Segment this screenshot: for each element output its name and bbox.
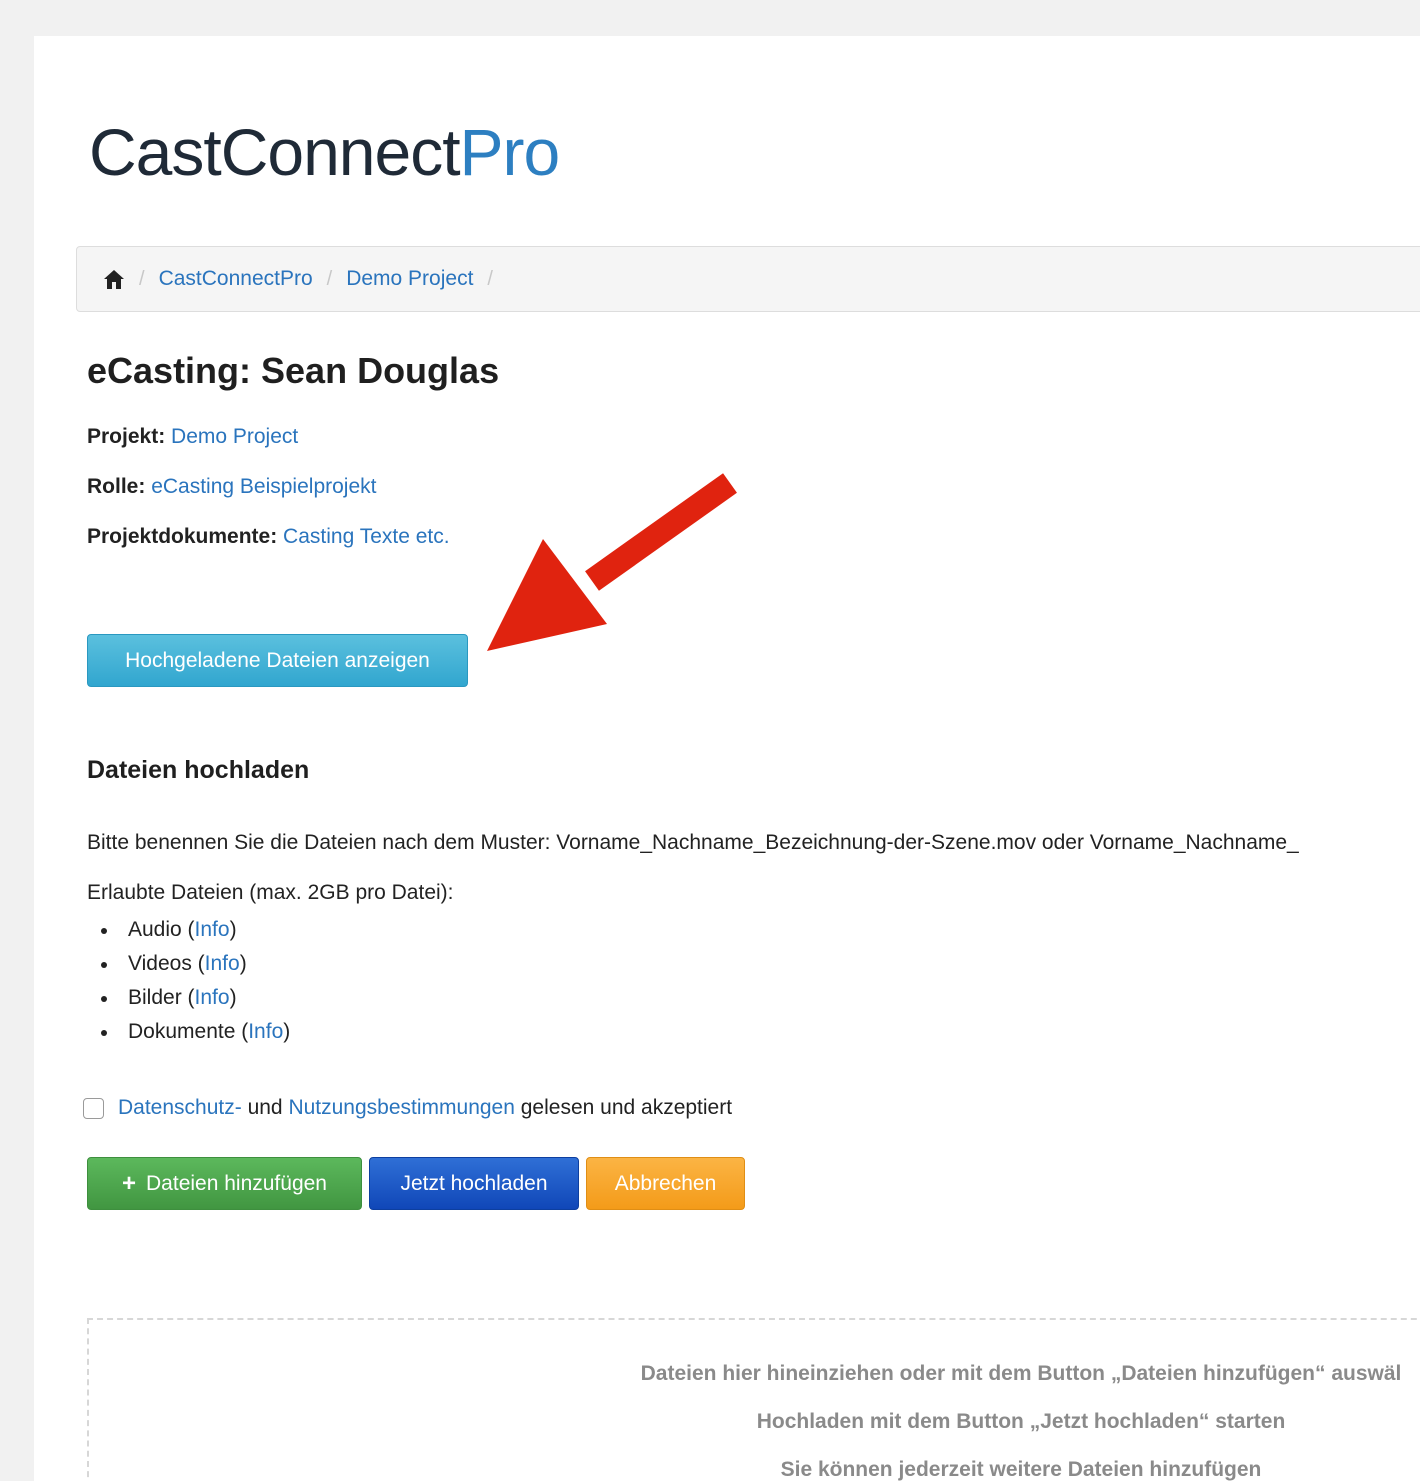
consent-row: Datenschutz- und Nutzungsbestimmungen ge… [83,1096,732,1120]
allowed-files-label: Erlaubte Dateien (max. 2GB pro Datei): [87,881,454,904]
breadcrumb-separator: / [487,267,493,290]
list-item: Bilder (Info) [87,981,290,1015]
dropzone[interactable]: Dateien hier hineinziehen oder mit dem B… [87,1318,1420,1481]
plus-icon: + [122,1169,137,1197]
page-title: eCasting: Sean Douglas [87,350,500,391]
upload-now-button[interactable]: Jetzt hochladen [369,1157,579,1210]
consent-and: und [241,1096,289,1119]
meta-dokumente-label: Projektdokumente: [87,525,278,548]
list-item: Dokumente (Info) [87,1015,290,1049]
videos-info-link[interactable]: Info [205,952,240,975]
naming-hint: Bitte benennen Sie die Dateien nach dem … [87,831,1299,854]
dropzone-instruction-2: Hochladen mit dem Button „Jetzt hochlade… [756,1410,1286,1433]
terms-link[interactable]: Nutzungsbestimmungen [288,1096,514,1120]
add-files-label: Dateien hinzufügen [146,1171,327,1195]
breadcrumb: / CastConnectPro / Demo Project / [76,246,1420,312]
meta-dokumente: Projektdokumente: Casting Texte etc. [87,525,450,549]
upload-heading: Dateien hochladen [87,756,310,784]
meta-rolle-label: Rolle: [87,475,146,498]
breadcrumb-item-castconnectpro[interactable]: CastConnectPro [159,267,313,291]
breadcrumb-separator: / [326,267,333,290]
add-files-button[interactable]: + Dateien hinzufügen [87,1157,362,1210]
consent-text: gelesen und akzeptiert [514,1096,733,1119]
list-item: Videos (Info) [87,947,290,981]
breadcrumb-item-demo-project[interactable]: Demo Project [346,267,473,291]
bilder-info-link[interactable]: Info [195,986,230,1009]
red-arrow-icon [487,473,737,651]
meta-rolle: Rolle: eCasting Beispielprojekt [87,475,376,499]
audio-info-link[interactable]: Info [195,918,230,941]
meta-projekt: Projekt: Demo Project [87,425,298,449]
list-item: Audio (Info) [87,913,290,947]
home-icon[interactable] [103,268,125,290]
meta-projekt-link[interactable]: Demo Project [171,425,298,448]
meta-projekt-label: Projekt: [87,425,166,448]
logo[interactable]: CastConnectPro [89,114,561,190]
breadcrumb-separator: / [139,267,145,290]
dokumente-info-link[interactable]: Info [248,1020,283,1043]
cancel-button[interactable]: Abbrechen [586,1157,745,1210]
meta-dokumente-link[interactable]: Casting Texte etc. [283,525,450,548]
page-content: CastConnectPro / CastConnectPro / Demo P… [34,36,1420,1481]
privacy-link[interactable]: Datenschutz- [118,1096,242,1120]
logo-text: CastConnect [89,115,461,189]
show-uploaded-files-button[interactable]: Hochgeladene Dateien anzeigen [87,634,468,687]
dropzone-instruction-3: Sie können jederzeit weitere Dateien hin… [780,1458,1262,1481]
dropzone-instruction-1: Dateien hier hineinziehen oder mit dem B… [640,1362,1402,1385]
logo-text-pro: Pro [459,115,561,189]
consent-checkbox[interactable] [83,1097,104,1119]
allowed-file-types: Audio (Info) Videos (Info) Bilder (Info)… [87,913,290,1049]
meta-rolle-link[interactable]: eCasting Beispielprojekt [151,475,376,498]
